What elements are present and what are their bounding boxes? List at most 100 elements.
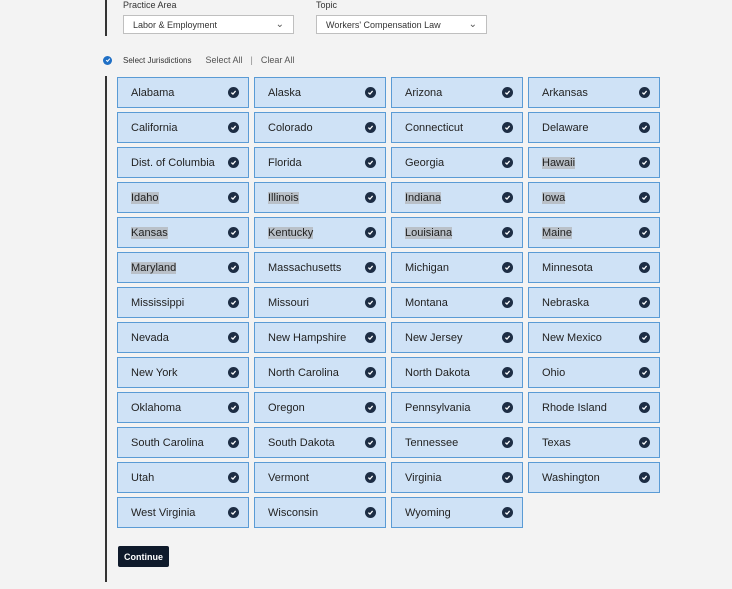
jurisdiction-tile[interactable]: Kansas (117, 217, 249, 248)
jurisdiction-tile[interactable]: Ohio (528, 357, 660, 388)
jurisdiction-name: Hawaii (542, 156, 576, 169)
jurisdiction-tile[interactable]: Vermont (254, 462, 386, 493)
jurisdiction-name: Vermont (268, 471, 309, 484)
jurisdiction-name: Kansas (131, 226, 168, 239)
checkmark-icon (365, 227, 376, 238)
jurisdiction-tile[interactable]: Texas (528, 427, 660, 458)
select-jurisdictions-label: Select Jurisdictions (123, 55, 192, 65)
jurisdiction-tile[interactable]: North Dakota (391, 357, 523, 388)
jurisdiction-tile[interactable]: California (117, 112, 249, 143)
jurisdiction-name: Maine (542, 226, 572, 239)
jurisdiction-tile[interactable]: New Hampshire (254, 322, 386, 353)
jurisdiction-tile[interactable]: Illinois (254, 182, 386, 213)
jurisdiction-tile[interactable]: Indiana (391, 182, 523, 213)
jurisdiction-tile[interactable]: Florida (254, 147, 386, 178)
jurisdiction-tile[interactable]: Massachusetts (254, 252, 386, 283)
jurisdiction-name: Oregon (268, 401, 305, 414)
jurisdiction-name: Nebraska (542, 296, 590, 309)
jurisdiction-tile[interactable]: South Carolina (117, 427, 249, 458)
jurisdiction-name: New Jersey (405, 331, 463, 344)
jurisdiction-tile[interactable]: Arizona (391, 77, 523, 108)
jurisdiction-name: Missouri (268, 296, 309, 309)
jurisdiction-tile[interactable]: Alaska (254, 77, 386, 108)
jurisdiction-tile[interactable]: West Virginia (117, 497, 249, 528)
select-jurisdictions-check-icon[interactable] (103, 55, 112, 65)
jurisdiction-tile[interactable]: North Carolina (254, 357, 386, 388)
select-all-link[interactable]: Select All (205, 55, 242, 65)
jurisdiction-name: Washington (542, 471, 600, 484)
jurisdiction-tile[interactable]: Maine (528, 217, 660, 248)
jurisdiction-tile[interactable]: Tennessee (391, 427, 523, 458)
jurisdiction-tile[interactable]: South Dakota (254, 427, 386, 458)
jurisdiction-tile[interactable]: Colorado (254, 112, 386, 143)
clear-all-link[interactable]: Clear All (261, 55, 295, 65)
jurisdiction-tile[interactable]: Minnesota (528, 252, 660, 283)
jurisdiction-tile[interactable]: Connecticut (391, 112, 523, 143)
jurisdiction-name: Texas (542, 436, 571, 449)
jurisdiction-name: Rhode Island (542, 401, 607, 414)
checkmark-icon (365, 367, 376, 378)
jurisdiction-tile[interactable]: New York (117, 357, 249, 388)
practice-area-select[interactable]: Labor & Employment ⌄ (123, 15, 294, 34)
jurisdiction-tile[interactable]: Dist. of Columbia (117, 147, 249, 178)
jurisdiction-tile[interactable]: Wisconsin (254, 497, 386, 528)
jurisdiction-tile[interactable]: Missouri (254, 287, 386, 318)
jurisdiction-tile[interactable]: Iowa (528, 182, 660, 213)
jurisdiction-tile[interactable]: Alabama (117, 77, 249, 108)
checkmark-icon (639, 332, 650, 343)
checkmark-icon (228, 192, 239, 203)
jurisdiction-tile[interactable]: Kentucky (254, 217, 386, 248)
jurisdiction-tile[interactable]: Oklahoma (117, 392, 249, 423)
checkmark-icon (502, 402, 513, 413)
jurisdiction-tile[interactable]: Idaho (117, 182, 249, 213)
jurisdiction-tile[interactable]: Maryland (117, 252, 249, 283)
jurisdiction-tile[interactable]: Rhode Island (528, 392, 660, 423)
jurisdiction-tile[interactable]: Oregon (254, 392, 386, 423)
topic-select[interactable]: Workers' Compensation Law ⌄ (316, 15, 487, 34)
jurisdiction-name: Alaska (268, 86, 302, 99)
checkmark-icon (502, 122, 513, 133)
jurisdiction-tile[interactable]: Mississippi (117, 287, 249, 318)
section-rule (105, 76, 107, 582)
checkmark-icon (639, 367, 650, 378)
jurisdiction-name: Louisiana (405, 226, 453, 239)
checkmark-icon (365, 472, 376, 483)
jurisdiction-tile[interactable]: Pennsylvania (391, 392, 523, 423)
jurisdiction-tile[interactable]: Washington (528, 462, 660, 493)
jurisdiction-tile[interactable]: Montana (391, 287, 523, 318)
checkmark-icon (228, 297, 239, 308)
jurisdiction-name: Ohio (542, 366, 566, 379)
checkmark-icon (228, 507, 239, 518)
checkmark-icon (228, 402, 239, 413)
jurisdiction-name: Iowa (542, 191, 566, 204)
jurisdiction-tile[interactable]: Nevada (117, 322, 249, 353)
continue-button[interactable]: Continue (118, 546, 169, 567)
jurisdiction-name: Delaware (542, 121, 589, 134)
jurisdiction-tile[interactable]: Hawaii (528, 147, 660, 178)
jurisdiction-name: New Hampshire (268, 331, 347, 344)
jurisdiction-tile[interactable]: Michigan (391, 252, 523, 283)
jurisdiction-tile[interactable]: New Mexico (528, 322, 660, 353)
checkmark-icon (365, 332, 376, 343)
jurisdiction-name: Arkansas (542, 86, 588, 99)
jurisdiction-tile[interactable]: Arkansas (528, 77, 660, 108)
jurisdiction-tile[interactable]: Georgia (391, 147, 523, 178)
jurisdiction-tile[interactable]: New Jersey (391, 322, 523, 353)
checkmark-icon (639, 402, 650, 413)
checkmark-icon (228, 332, 239, 343)
checkmark-icon (639, 437, 650, 448)
checkmark-icon (228, 472, 239, 483)
jurisdiction-tile[interactable]: Delaware (528, 112, 660, 143)
topic-value: Workers' Compensation Law (326, 20, 441, 30)
jurisdiction-name: Massachusetts (268, 261, 342, 274)
checkmark-icon (365, 192, 376, 203)
jurisdiction-name: Wisconsin (268, 506, 319, 519)
jurisdiction-tile[interactable]: Virginia (391, 462, 523, 493)
jurisdiction-tile[interactable]: Utah (117, 462, 249, 493)
jurisdiction-name: New Mexico (542, 331, 602, 344)
jurisdiction-name: South Dakota (268, 436, 335, 449)
jurisdiction-tile[interactable]: Nebraska (528, 287, 660, 318)
checkmark-icon (365, 122, 376, 133)
jurisdiction-tile[interactable]: Louisiana (391, 217, 523, 248)
jurisdiction-tile[interactable]: Wyoming (391, 497, 523, 528)
